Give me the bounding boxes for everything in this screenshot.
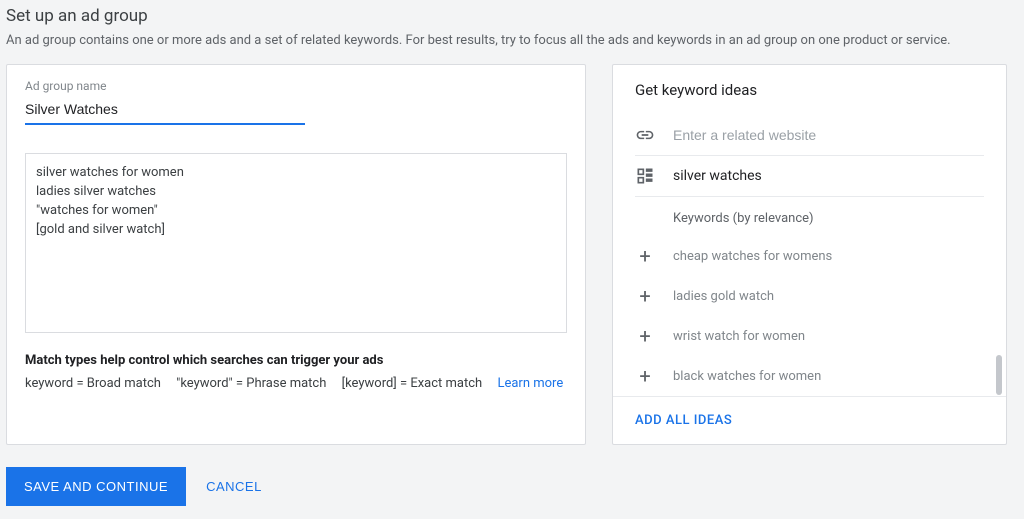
- add-keyword-icon[interactable]: +: [635, 246, 655, 266]
- related-website-input[interactable]: [673, 127, 984, 143]
- link-icon: [635, 125, 655, 145]
- keyword-suggestion-row: + black watches for women: [635, 356, 984, 396]
- learn-more-link[interactable]: Learn more: [497, 376, 563, 391]
- keyword-suggestion-text: black watches for women: [673, 369, 821, 384]
- page-subtitle: An ad group contains one or more ads and…: [6, 32, 1018, 50]
- match-types-legend: keyword = Broad match "keyword" = Phrase…: [25, 376, 567, 391]
- page-title: Set up an ad group: [6, 6, 1018, 26]
- keyword-suggestion-text: wrist watch for women: [673, 329, 805, 344]
- grid-icon: [635, 166, 655, 186]
- keyword-suggestion-row: + cheap watches for womens: [635, 236, 984, 276]
- add-keyword-icon[interactable]: +: [635, 366, 655, 386]
- keyword-seed-text: silver watches: [673, 168, 762, 184]
- keyword-suggestion-row: + ladies gold watch: [635, 276, 984, 316]
- scrollbar-thumb[interactable]: [996, 355, 1002, 395]
- keywords-textarea[interactable]: [25, 153, 567, 333]
- keyword-ideas-title: Get keyword ideas: [635, 81, 984, 99]
- keyword-seed-row: silver watches: [635, 156, 984, 197]
- ad-group-name-label: Ad group name: [25, 79, 567, 93]
- keyword-suggestion-text: ladies gold watch: [673, 289, 774, 304]
- match-exact-text: [keyword] = Exact match: [342, 376, 483, 391]
- ad-group-panel: Ad group name Match types help control w…: [6, 64, 586, 445]
- add-all-ideas-button[interactable]: ADD ALL IDEAS: [613, 396, 1006, 444]
- keywords-relevance-header: Keywords (by relevance): [635, 197, 984, 236]
- keyword-suggestion-row: + wrist watch for women: [635, 316, 984, 356]
- add-keyword-icon[interactable]: +: [635, 286, 655, 306]
- match-phrase-text: "keyword" = Phrase match: [176, 376, 326, 391]
- add-keyword-icon[interactable]: +: [635, 326, 655, 346]
- related-website-row: [635, 115, 984, 156]
- match-broad-text: keyword = Broad match: [25, 376, 161, 391]
- keyword-ideas-panel: Get keyword ideas silver watches Keyword…: [612, 64, 1007, 445]
- keyword-suggestion-text: cheap watches for womens: [673, 249, 832, 264]
- ad-group-name-input[interactable]: [25, 97, 305, 125]
- save-and-continue-button[interactable]: SAVE AND CONTINUE: [6, 467, 186, 506]
- cancel-button[interactable]: CANCEL: [206, 479, 262, 494]
- match-types-heading: Match types help control which searches …: [25, 353, 567, 368]
